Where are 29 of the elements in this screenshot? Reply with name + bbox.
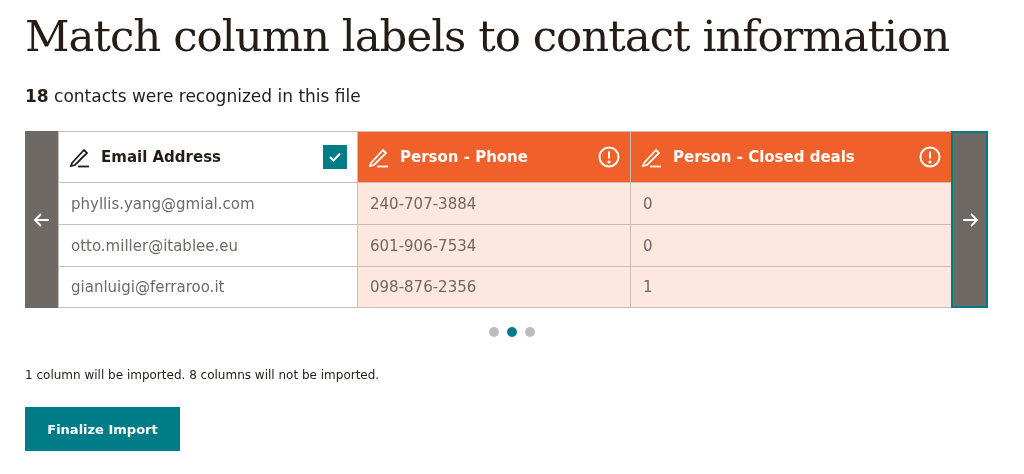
left-arrow-icon: [32, 210, 51, 229]
pencil-icon: [69, 146, 91, 168]
table-cell: 240-707-3884: [358, 182, 630, 224]
column-label: Email Address: [101, 148, 221, 166]
column-header[interactable]: Person - Phone: [358, 132, 630, 182]
warning-icon: [919, 146, 941, 168]
column-label: Person - Phone: [400, 148, 528, 166]
finalize-import-button[interactable]: Finalize Import: [25, 407, 180, 451]
check-icon: [328, 150, 342, 164]
page-title: Match column labels to contact information: [25, 10, 951, 63]
contacts-count-text: 18 contacts were recognized in this file: [25, 86, 362, 106]
checkbox[interactable]: [323, 145, 347, 169]
pencil-icon: [641, 146, 663, 168]
table-cell: 601-906-7534: [358, 224, 630, 266]
table-cell: 098-876-2356: [358, 266, 630, 307]
previous-button[interactable]: [25, 131, 58, 308]
table-cell: 0: [631, 224, 951, 266]
page-dot[interactable]: [507, 327, 517, 337]
page-dot[interactable]: [489, 327, 499, 337]
table-cell: 1: [631, 266, 951, 307]
warning-icon: [598, 146, 620, 168]
column-label: Person - Closed deals: [673, 148, 855, 166]
column-header[interactable]: Person - Closed deals: [631, 132, 951, 182]
page-dot[interactable]: [525, 327, 535, 337]
import-summary-text: 1 column will be imported. 8 columns will not be imported.: [25, 368, 381, 382]
next-button[interactable]: [951, 131, 988, 308]
right-arrow-icon: [960, 210, 979, 229]
pencil-icon: [368, 146, 390, 168]
table-cell: 0: [631, 182, 951, 224]
